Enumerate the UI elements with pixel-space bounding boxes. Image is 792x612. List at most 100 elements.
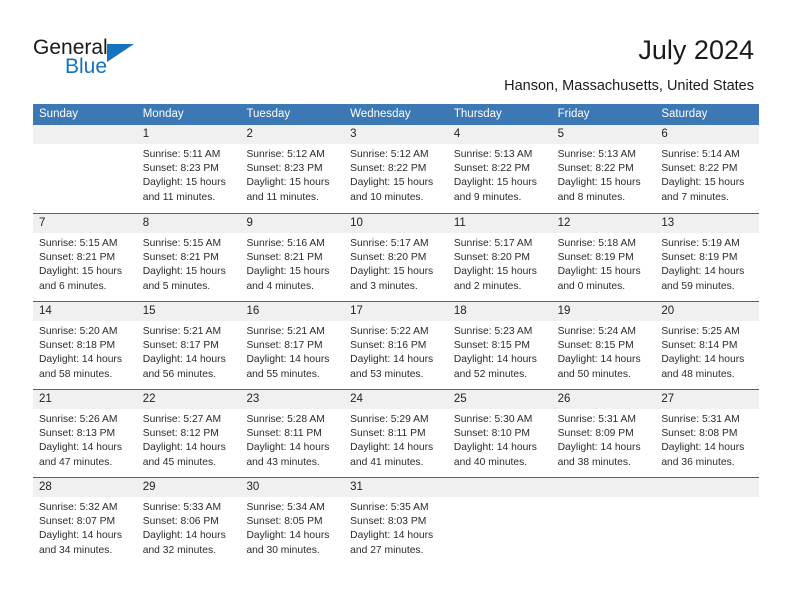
daylight-text-line1: Daylight: 14 hours [39, 354, 122, 366]
day-details: Sunrise: 5:24 AM Sunset: 8:15 PM Dayligh… [552, 321, 656, 382]
calendar-day-cell[interactable]: 17 Sunrise: 5:22 AM Sunset: 8:16 PM Dayl… [344, 302, 448, 389]
daylight-text-line2: and 56 minutes. [142, 368, 216, 380]
calendar-day-cell[interactable] [551, 478, 656, 565]
sunset-text: Sunset: 8:08 PM [661, 428, 738, 440]
calendar-day-cell[interactable]: 28 Sunrise: 5:32 AM Sunset: 8:07 PM Dayl… [33, 478, 137, 565]
calendar-day-cell[interactable]: 24 Sunrise: 5:29 AM Sunset: 8:11 PM Dayl… [344, 390, 448, 477]
day-number: 15 [142, 305, 156, 317]
logo-text-blue: Blue [65, 55, 108, 78]
sunrise-text: Sunrise: 5:28 AM [246, 414, 325, 425]
calendar-day-cell[interactable]: 3 Sunrise: 5:12 AM Sunset: 8:22 PM Dayli… [344, 125, 448, 213]
daylight-text-line2: and 8 minutes. [557, 191, 626, 203]
daylight-text-line1: Daylight: 14 hours [453, 354, 537, 366]
sunrise-text: Sunrise: 5:12 AM [246, 149, 325, 160]
sunset-text: Sunset: 8:22 PM [661, 163, 738, 175]
sunrise-text: Sunrise: 5:16 AM [246, 238, 325, 249]
calendar-day-cell[interactable]: 9 Sunrise: 5:16 AM Sunset: 8:21 PM Dayli… [240, 214, 345, 301]
day-number-band: 5 [551, 125, 656, 144]
weekday-thursday: Thursday [453, 108, 502, 120]
daylight-text-line2: and 52 minutes. [453, 368, 528, 380]
calendar-day-cell[interactable]: 26 Sunrise: 5:31 AM Sunset: 8:09 PM Dayl… [551, 390, 656, 477]
calendar-day-cell[interactable]: 23 Sunrise: 5:28 AM Sunset: 8:11 PM Dayl… [240, 390, 345, 477]
calendar-day-cell[interactable]: 30 Sunrise: 5:34 AM Sunset: 8:05 PM Dayl… [240, 478, 345, 565]
daylight-text-line1: Daylight: 15 hours [661, 177, 745, 189]
day-number-band: 1 [136, 125, 241, 144]
calendar-day-cell[interactable] [655, 478, 760, 565]
calendar-day-cell[interactable]: 12 Sunrise: 5:18 AM Sunset: 8:19 PM Dayl… [551, 214, 656, 301]
calendar-day-cell[interactable]: 20 Sunrise: 5:25 AM Sunset: 8:14 PM Dayl… [655, 302, 760, 389]
page-header: General Blue July 2024 Hanson, Massachus… [0, 0, 792, 100]
calendar-day-cell[interactable]: 5 Sunrise: 5:13 AM Sunset: 8:22 PM Dayli… [551, 125, 656, 213]
daylight-text-line1: Daylight: 15 hours [246, 177, 330, 189]
calendar-day-cell[interactable]: 16 Sunrise: 5:21 AM Sunset: 8:17 PM Dayl… [240, 302, 345, 389]
day-number: 26 [557, 393, 571, 405]
calendar-day-cell[interactable]: 18 Sunrise: 5:23 AM Sunset: 8:15 PM Dayl… [447, 302, 552, 389]
day-number-band: 24 [344, 390, 448, 409]
day-details: Sunrise: 5:29 AM Sunset: 8:11 PM Dayligh… [344, 409, 448, 470]
day-details: Sunrise: 5:22 AM Sunset: 8:16 PM Dayligh… [344, 321, 448, 382]
day-number-band: 25 [447, 390, 552, 409]
calendar-day-cell[interactable]: 21 Sunrise: 5:26 AM Sunset: 8:13 PM Dayl… [33, 390, 137, 477]
sunset-text: Sunset: 8:21 PM [246, 252, 323, 264]
day-details: Sunrise: 5:34 AM Sunset: 8:05 PM Dayligh… [240, 497, 344, 558]
day-number: 23 [246, 393, 260, 405]
sunset-text: Sunset: 8:21 PM [39, 252, 116, 264]
calendar-day-cell[interactable]: 15 Sunrise: 5:21 AM Sunset: 8:17 PM Dayl… [136, 302, 241, 389]
day-details: Sunrise: 5:30 AM Sunset: 8:10 PM Dayligh… [448, 409, 552, 470]
calendar-day-cell[interactable]: 11 Sunrise: 5:17 AM Sunset: 8:20 PM Dayl… [447, 214, 552, 301]
day-number: 30 [246, 481, 260, 493]
day-details: Sunrise: 5:33 AM Sunset: 8:06 PM Dayligh… [137, 497, 241, 558]
calendar-day-cell[interactable]: 25 Sunrise: 5:30 AM Sunset: 8:10 PM Dayl… [447, 390, 552, 477]
daylight-text-line2: and 2 minutes. [453, 280, 522, 292]
daylight-text-line2: and 59 minutes. [661, 280, 735, 292]
sunrise-text: Sunrise: 5:13 AM [557, 149, 637, 160]
sunset-text: Sunset: 8:23 PM [142, 163, 219, 175]
daylight-text-line1: Daylight: 14 hours [246, 354, 330, 366]
day-details: Sunrise: 5:16 AM Sunset: 8:21 PM Dayligh… [240, 233, 344, 294]
daylight-text-line1: Daylight: 15 hours [453, 266, 537, 278]
day-number: 9 [246, 217, 253, 229]
day-details: Sunrise: 5:35 AM Sunset: 8:03 PM Dayligh… [344, 497, 448, 558]
sunset-text: Sunset: 8:11 PM [350, 428, 426, 440]
calendar-day-cell[interactable]: 8 Sunrise: 5:15 AM Sunset: 8:21 PM Dayli… [136, 214, 241, 301]
daylight-text-line2: and 0 minutes. [557, 280, 626, 292]
day-number-band [33, 125, 137, 144]
calendar-day-cell[interactable]: 14 Sunrise: 5:20 AM Sunset: 8:18 PM Dayl… [33, 302, 137, 389]
calendar-day-cell[interactable] [33, 125, 137, 213]
day-details: Sunrise: 5:19 AM Sunset: 8:19 PM Dayligh… [655, 233, 759, 294]
daylight-text-line1: Daylight: 15 hours [246, 266, 330, 278]
calendar-day-cell[interactable]: 1 Sunrise: 5:11 AM Sunset: 8:23 PM Dayli… [136, 125, 241, 213]
daylight-text-line1: Daylight: 14 hours [661, 354, 745, 366]
calendar-day-cell[interactable]: 19 Sunrise: 5:24 AM Sunset: 8:15 PM Dayl… [551, 302, 656, 389]
daylight-text-line2: and 50 minutes. [557, 368, 631, 380]
day-number: 28 [39, 481, 52, 493]
calendar-day-cell[interactable]: 27 Sunrise: 5:31 AM Sunset: 8:08 PM Dayl… [655, 390, 760, 477]
daylight-text-line2: and 11 minutes. [246, 191, 319, 203]
day-number: 3 [350, 128, 357, 140]
calendar-day-cell[interactable]: 6 Sunrise: 5:14 AM Sunset: 8:22 PM Dayli… [655, 125, 760, 213]
sunrise-text: Sunrise: 5:19 AM [661, 238, 740, 249]
calendar-day-cell[interactable]: 10 Sunrise: 5:17 AM Sunset: 8:20 PM Dayl… [344, 214, 448, 301]
day-details: Sunrise: 5:21 AM Sunset: 8:17 PM Dayligh… [137, 321, 241, 382]
sunset-text: Sunset: 8:22 PM [350, 163, 427, 175]
day-number-band: 12 [551, 214, 656, 233]
day-number-band: 26 [551, 390, 656, 409]
day-number: 10 [350, 217, 363, 229]
day-number-band: 13 [655, 214, 760, 233]
calendar-day-cell[interactable]: 7 Sunrise: 5:15 AM Sunset: 8:21 PM Dayli… [33, 214, 137, 301]
calendar-grid: Sunday Monday Tuesday Wednesday Thursday… [33, 104, 760, 565]
day-number: 16 [246, 305, 260, 317]
daylight-text-line2: and 58 minutes. [39, 368, 113, 380]
sunset-text: Sunset: 8:09 PM [557, 428, 634, 440]
calendar-day-cell[interactable]: 29 Sunrise: 5:33 AM Sunset: 8:06 PM Dayl… [136, 478, 241, 565]
calendar-day-cell[interactable]: 4 Sunrise: 5:13 AM Sunset: 8:22 PM Dayli… [447, 125, 552, 213]
calendar-day-cell[interactable]: 31 Sunrise: 5:35 AM Sunset: 8:03 PM Dayl… [344, 478, 448, 565]
day-number: 5 [557, 128, 564, 140]
calendar-day-cell[interactable]: 22 Sunrise: 5:27 AM Sunset: 8:12 PM Dayl… [136, 390, 241, 477]
sunrise-text: Sunrise: 5:17 AM [350, 238, 429, 249]
calendar-day-cell[interactable]: 2 Sunrise: 5:12 AM Sunset: 8:23 PM Dayli… [240, 125, 345, 213]
calendar-day-cell[interactable] [447, 478, 552, 565]
calendar-day-cell[interactable]: 13 Sunrise: 5:19 AM Sunset: 8:19 PM Dayl… [655, 214, 760, 301]
sunset-text: Sunset: 8:19 PM [557, 252, 634, 264]
page-title: July 2024 [638, 35, 754, 65]
